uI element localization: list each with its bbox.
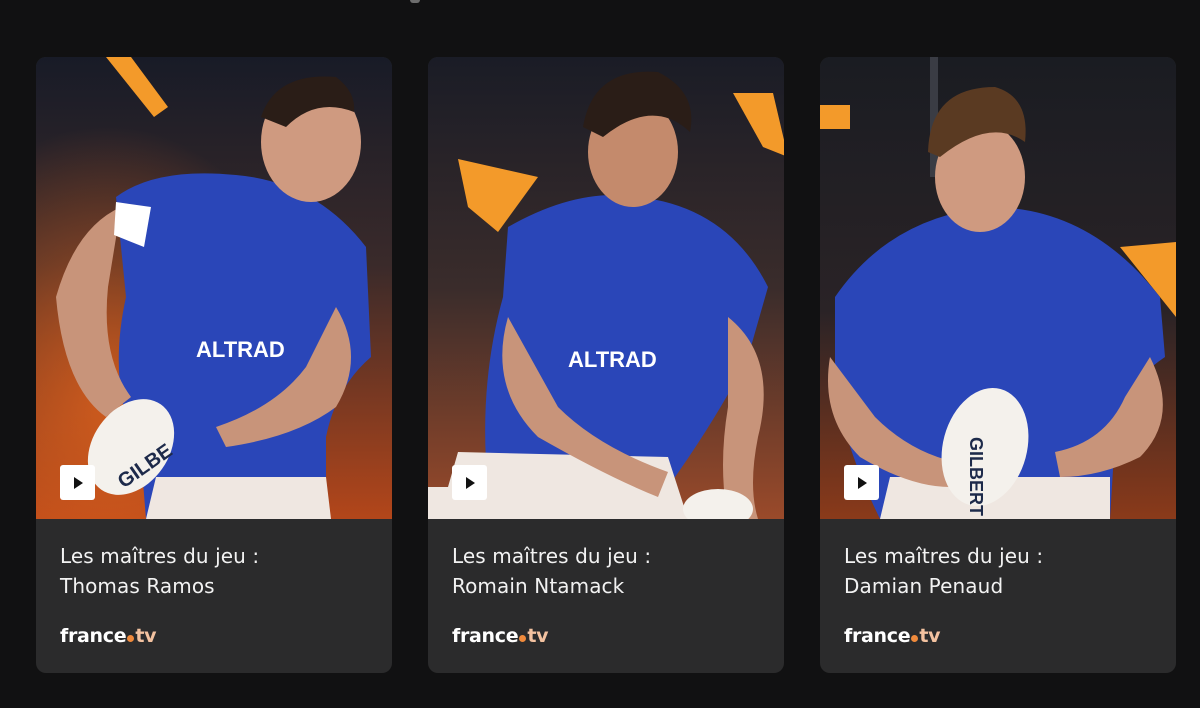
thumbnail-image: GILBERT (820, 57, 1176, 519)
play-button[interactable] (844, 465, 879, 500)
brand-dot (911, 634, 919, 642)
france-tv-logo: france tv (452, 625, 549, 653)
title-line-1: Les maîtres du jeu : (60, 544, 260, 568)
card-title: Les maîtres du jeu : Romain Ntamack (452, 541, 764, 601)
play-button[interactable] (452, 465, 487, 500)
svg-text:ALTRAD: ALTRAD (196, 337, 285, 362)
brand-dot (519, 634, 527, 642)
thumbnail[interactable]: ALTRAD (428, 57, 784, 519)
title-line-1: Les maîtres du jeu : (844, 544, 1044, 568)
play-button[interactable] (60, 465, 95, 500)
thumbnail[interactable]: GILBE ALTRAD (36, 57, 392, 519)
brand-tv-text: tv (135, 625, 157, 647)
card-title: Les maîtres du jeu : Damian Penaud (844, 541, 1156, 601)
video-card-romain-ntamack[interactable]: ALTRAD Les maîtres du jeu : Romain Ntama… (428, 57, 784, 673)
title-line-2: Damian Penaud (844, 574, 1004, 598)
thumbnail[interactable]: GILBERT (820, 57, 1176, 519)
video-card-damian-penaud[interactable]: GILBERT Les maîtres du jeu : Damian Pena… (820, 57, 1176, 673)
card-title: Les maîtres du jeu : Thomas Ramos (60, 541, 372, 601)
thumbnail-image: GILBE ALTRAD (36, 57, 392, 519)
brand-dot (127, 634, 135, 642)
thumbnail-image: ALTRAD (428, 57, 784, 519)
brand-tv-text: tv (527, 625, 549, 647)
title-line-2: Thomas Ramos (60, 574, 215, 598)
play-icon (857, 476, 867, 489)
top-edge-glyph (410, 0, 420, 3)
play-icon (465, 476, 475, 489)
play-icon (73, 476, 83, 489)
title-line-1: Les maîtres du jeu : (452, 544, 652, 568)
video-card-list: GILBE ALTRAD Les maîtres du jeu : Thomas… (36, 57, 1176, 673)
video-card-thomas-ramos[interactable]: GILBE ALTRAD Les maîtres du jeu : Thomas… (36, 57, 392, 673)
brand-text: france (844, 625, 911, 647)
title-line-2: Romain Ntamack (452, 574, 625, 598)
brand-tv-text: tv (919, 625, 941, 647)
france-tv-logo: france tv (844, 625, 941, 653)
france-tv-logo: france tv (60, 625, 157, 653)
svg-text:ALTRAD: ALTRAD (568, 347, 657, 372)
brand-text: france (60, 625, 127, 647)
svg-text:GILBERT: GILBERT (966, 437, 986, 516)
brand-text: france (452, 625, 519, 647)
